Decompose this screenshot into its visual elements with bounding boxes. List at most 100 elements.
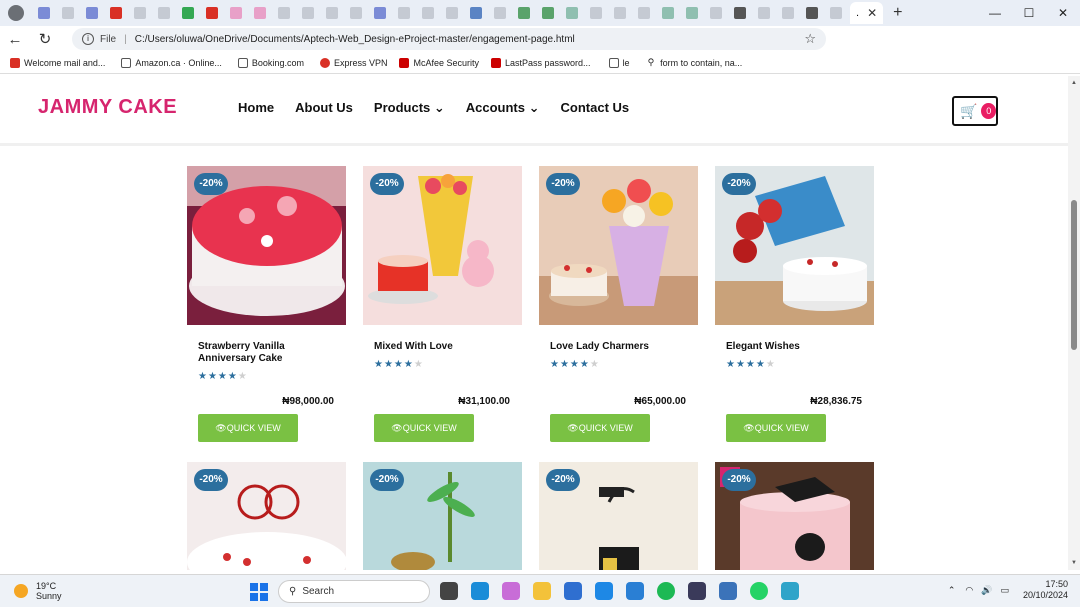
tab-favicon[interactable] <box>494 7 506 19</box>
product-image[interactable]: -20% <box>715 166 874 325</box>
quick-view-button[interactable]: 👁QUICK VIEW <box>374 414 474 442</box>
product-image[interactable]: -20% <box>363 166 522 325</box>
copilot-icon[interactable] <box>502 582 520 600</box>
site-info-icon[interactable]: i <box>82 33 94 45</box>
bookmark-item[interactable]: Express VPN <box>319 57 387 68</box>
tab-favicon[interactable] <box>518 7 530 19</box>
start-button[interactable] <box>250 583 268 601</box>
store-icon[interactable] <box>564 582 582 600</box>
tab-favicon[interactable] <box>758 7 770 19</box>
scroll-up-arrow[interactable]: ▲ <box>1071 80 1077 86</box>
edge-icon[interactable] <box>471 582 489 600</box>
tab-favicon[interactable] <box>62 7 74 19</box>
active-tab[interactable]: . ✕ <box>850 2 884 24</box>
tab-favicon[interactable] <box>542 7 554 19</box>
tab-favicon[interactable] <box>86 7 98 19</box>
bookmark-item[interactable]: LastPass password... <box>491 57 591 68</box>
tab-favicon[interactable] <box>710 7 722 19</box>
bookmark-item[interactable]: Amazon.ca · Online... <box>121 57 222 68</box>
tab-favicon[interactable] <box>374 7 386 19</box>
nav-contact-us[interactable]: Contact Us <box>561 100 630 116</box>
tab-favicon[interactable] <box>134 7 146 19</box>
wifi-icon[interactable]: ◠ <box>965 585 973 596</box>
chevron-up-icon[interactable]: ⌃ <box>948 585 956 596</box>
minimize-button[interactable]: — <box>978 6 1012 20</box>
tab-favicon[interactable] <box>254 7 266 19</box>
product-image[interactable]: -20% <box>539 166 698 325</box>
tab-favicon[interactable] <box>446 7 458 19</box>
quick-view-button[interactable]: 👁QUICK VIEW <box>198 414 298 442</box>
profile-icon[interactable] <box>8 5 24 21</box>
tab-favicon[interactable] <box>350 7 362 19</box>
tab-favicon[interactable] <box>638 7 650 19</box>
volume-icon[interactable]: 🔊 <box>981 585 992 596</box>
tab-favicon[interactable] <box>302 7 314 19</box>
battery-icon[interactable]: ▭ <box>1000 585 1009 596</box>
taskbar-search[interactable]: ⚲ Search <box>278 580 430 603</box>
quick-view-button[interactable]: 👁QUICK VIEW <box>550 414 650 442</box>
tab-favicon[interactable] <box>422 7 434 19</box>
product-name[interactable]: Mixed With Love <box>374 341 504 353</box>
new-tab-button[interactable]: + <box>893 4 902 22</box>
product-image[interactable]: -20% <box>187 166 346 325</box>
tab-favicon[interactable] <box>398 7 410 19</box>
product-image[interactable]: -20% <box>715 462 874 570</box>
weather-widget[interactable]: 19°C Sunny <box>14 581 62 601</box>
tab-favicon[interactable] <box>326 7 338 19</box>
whatsapp-icon[interactable] <box>750 582 768 600</box>
url-text[interactable]: C:/Users/oluwa/OneDrive/Documents/Aptech… <box>135 34 575 45</box>
settings-icon[interactable] <box>595 582 613 600</box>
tab-favicon[interactable] <box>782 7 794 19</box>
product-name[interactable]: Love Lady Charmers <box>550 341 680 353</box>
tab-favicon[interactable] <box>662 7 674 19</box>
tab-favicon[interactable] <box>110 7 122 19</box>
quick-view-button[interactable]: 👁QUICK VIEW <box>726 414 826 442</box>
tab-favicon[interactable] <box>230 7 242 19</box>
tab-favicon[interactable] <box>38 7 50 19</box>
site-logo[interactable]: JAMMY CAKE <box>38 96 177 119</box>
close-window-button[interactable]: ✕ <box>1046 6 1080 20</box>
page-scrollbar[interactable]: ▲ ▼ <box>1068 76 1080 570</box>
bookmark-item[interactable]: Booking.com <box>237 57 304 68</box>
product-image[interactable]: -20% <box>187 462 346 570</box>
bookmark-item[interactable]: ⚲ form to contain, na... <box>648 57 743 68</box>
tab-favicon[interactable] <box>590 7 602 19</box>
task-view-icon[interactable] <box>440 582 458 600</box>
tab-favicon[interactable] <box>830 7 842 19</box>
reload-button[interactable]: ↻ <box>30 30 60 48</box>
tab-favicon[interactable] <box>566 7 578 19</box>
product-image[interactable]: -20% <box>363 462 522 570</box>
close-tab-icon[interactable]: ✕ <box>867 6 877 20</box>
bookmark-item[interactable]: McAfee Security <box>399 57 479 68</box>
bookmark-item[interactable]: le <box>608 57 630 68</box>
tab-favicon[interactable] <box>806 7 818 19</box>
product-name[interactable]: Strawberry Vanilla Anniversary Cake <box>198 341 328 365</box>
app-icon[interactable] <box>688 582 706 600</box>
product-name[interactable]: Elegant Wishes <box>726 341 856 353</box>
scroll-down-arrow[interactable]: ▼ <box>1071 560 1077 566</box>
url-field[interactable]: i File | C:/Users/oluwa/OneDrive/Documen… <box>72 28 826 50</box>
tab-favicon[interactable] <box>470 7 482 19</box>
file-explorer-icon[interactable] <box>533 582 551 600</box>
vscode-icon[interactable] <box>626 582 644 600</box>
nav-products[interactable]: Products ⌄ <box>374 100 445 116</box>
tab-favicon[interactable] <box>686 7 698 19</box>
product-image[interactable]: -20% <box>539 462 698 570</box>
nav-accounts[interactable]: Accounts ⌄ <box>466 100 540 116</box>
nav-about-us[interactable]: About Us <box>295 100 353 116</box>
notepad-icon[interactable] <box>719 582 737 600</box>
tab-favicon[interactable] <box>278 7 290 19</box>
bookmark-star-icon[interactable]: ☆ <box>804 31 816 47</box>
tab-favicon[interactable] <box>158 7 170 19</box>
tab-favicon[interactable] <box>614 7 626 19</box>
clock[interactable]: 17:50 20/10/2024 <box>1023 579 1068 601</box>
cart-button[interactable]: 🛒 0 <box>952 96 998 126</box>
nav-home[interactable]: Home <box>238 100 274 116</box>
maximize-button[interactable]: ☐ <box>1012 6 1046 20</box>
scrollbar-thumb[interactable] <box>1071 200 1077 350</box>
spotify-icon[interactable] <box>657 582 675 600</box>
app-icon[interactable] <box>781 582 799 600</box>
tab-favicon[interactable] <box>182 7 194 19</box>
tab-favicon[interactable] <box>206 7 218 19</box>
tab-favicon[interactable] <box>734 7 746 19</box>
